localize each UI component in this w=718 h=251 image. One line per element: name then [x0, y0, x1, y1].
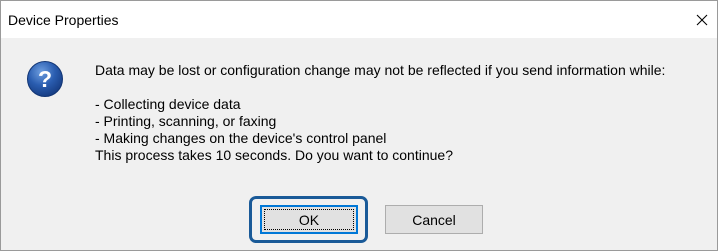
ok-button[interactable]: OK — [260, 205, 358, 234]
device-properties-dialog: Device Properties ? Data may be lost or … — [0, 0, 718, 251]
svg-text:?: ? — [38, 66, 52, 92]
close-button[interactable] — [687, 1, 717, 38]
cancel-button-label: Cancel — [412, 211, 456, 228]
message-text: Data may be lost or configuration change… — [95, 62, 665, 164]
message-intro: Data may be lost or configuration change… — [95, 62, 666, 78]
message-item: - Making changes on the device's control… — [95, 130, 387, 146]
question-icon: ? — [27, 61, 63, 97]
cancel-button[interactable]: Cancel — [385, 205, 483, 234]
close-icon — [696, 14, 708, 25]
dialog-body: ? Data may be lost or configuration chan… — [1, 38, 717, 250]
focus-ring — [264, 209, 354, 230]
title-bar: Device Properties — [1, 1, 717, 38]
message-question: This process takes 10 seconds. Do you wa… — [95, 147, 453, 163]
window-title: Device Properties — [8, 12, 119, 28]
message-item: - Collecting device data — [95, 96, 241, 112]
message-item: - Printing, scanning, or faxing — [95, 113, 277, 129]
